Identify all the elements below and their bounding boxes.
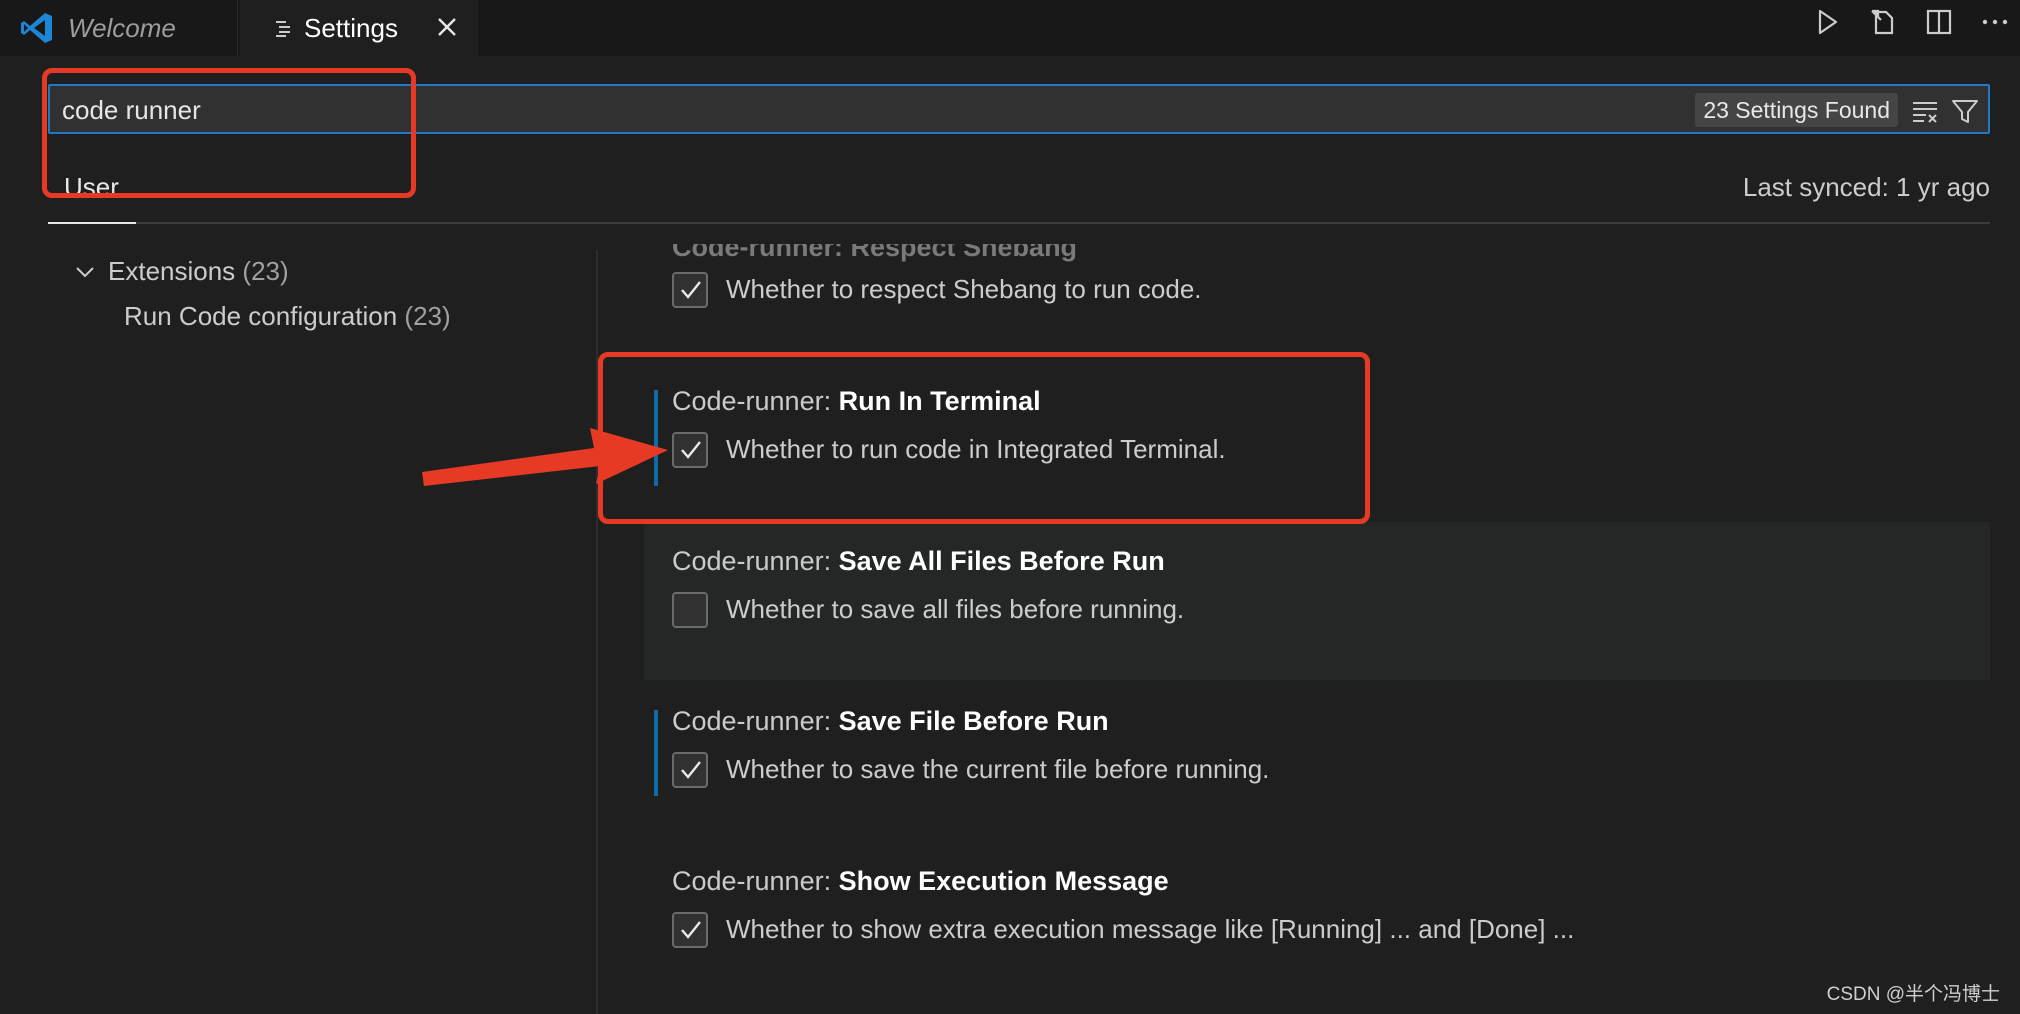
setting-respect-shebang: Whether to respect Shebang to run code. [644,250,1990,350]
checkmark-icon [681,281,701,299]
tab-welcome-label: Welcome [68,12,176,43]
modified-indicator [654,710,658,796]
tab-settings[interactable]: Settings [240,0,478,56]
setting-description: Whether to save all files before running… [726,594,1185,624]
clear-search-icon[interactable] [1910,96,1940,126]
setting-checkbox[interactable] [672,752,708,788]
setting-category: Code-runner: [672,706,839,736]
tab-settings-label: Settings [304,12,398,43]
toc-extensions[interactable]: Extensions (23) [74,256,289,287]
close-icon[interactable] [434,14,460,40]
setting-checkbox[interactable] [672,272,708,308]
split-editor-icon[interactable] [1924,7,1954,37]
setting-show-execution-message: Code-runner: Show Execution Message Whet… [644,850,1990,980]
setting-description: Whether to show extra execution message … [726,914,1575,944]
setting-name: Save All Files Before Run [838,546,1165,576]
checkmark-icon [681,761,701,779]
watermark: CSDN @半个冯博士 [1826,984,2000,1005]
toc-extensions-label: Extensions [108,256,236,286]
setting-checkbox-unchecked[interactable] [672,592,708,628]
setting-name: Save File Before Run [838,706,1109,736]
editor-actions [1812,0,2010,44]
run-icon[interactable] [1812,7,1842,37]
tab-welcome[interactable]: Welcome [0,0,238,56]
toc-extensions-count: (23) [242,256,289,286]
setting-title: Code-runner: Show Execution Message [672,866,1169,897]
checkmark-icon [681,921,701,939]
setting-checkbox[interactable] [672,912,708,948]
toc-run-code-label: Run Code configuration [124,301,398,331]
open-settings-json-icon[interactable] [1868,7,1898,37]
setting-description: Whether to save the current file before … [726,754,1270,784]
setting-description: Whether to respect Shebang to run code. [726,274,1202,304]
setting-name: Show Execution Message [838,866,1169,896]
settings-count-badge: 23 Settings Found [1695,93,1898,127]
annotation-box-run-in-terminal [598,352,1370,524]
toc-run-code-count: (23) [404,301,451,331]
more-actions-icon[interactable] [1980,7,2010,37]
last-synced-status: Last synced: 1 yr ago [1742,172,1990,202]
annotation-box-search [42,68,416,198]
chevron-down-icon [76,266,94,277]
filter-icon[interactable] [1950,96,1980,126]
vscode-logo-icon [21,13,52,43]
setting-category: Code-runner: [672,546,839,576]
settings-editor-icon [276,21,290,37]
setting-category: Code-runner: [672,866,839,896]
setting-save-file-before-run: Code-runner: Save File Before Run Whethe… [644,690,1990,820]
toc-run-code-configuration[interactable]: Run Code configuration (23) [124,301,451,332]
active-scope-indicator [48,222,136,224]
annotation-arrow-icon [422,428,668,486]
setting-title: Code-runner: Save File Before Run [672,706,1109,737]
setting-save-all-files-before-run: Code-runner: Save All Files Before Run W… [644,522,1990,680]
setting-title: Code-runner: Save All Files Before Run [672,546,1165,577]
editor-tab-bar: Welcome Settings [0,0,2020,56]
